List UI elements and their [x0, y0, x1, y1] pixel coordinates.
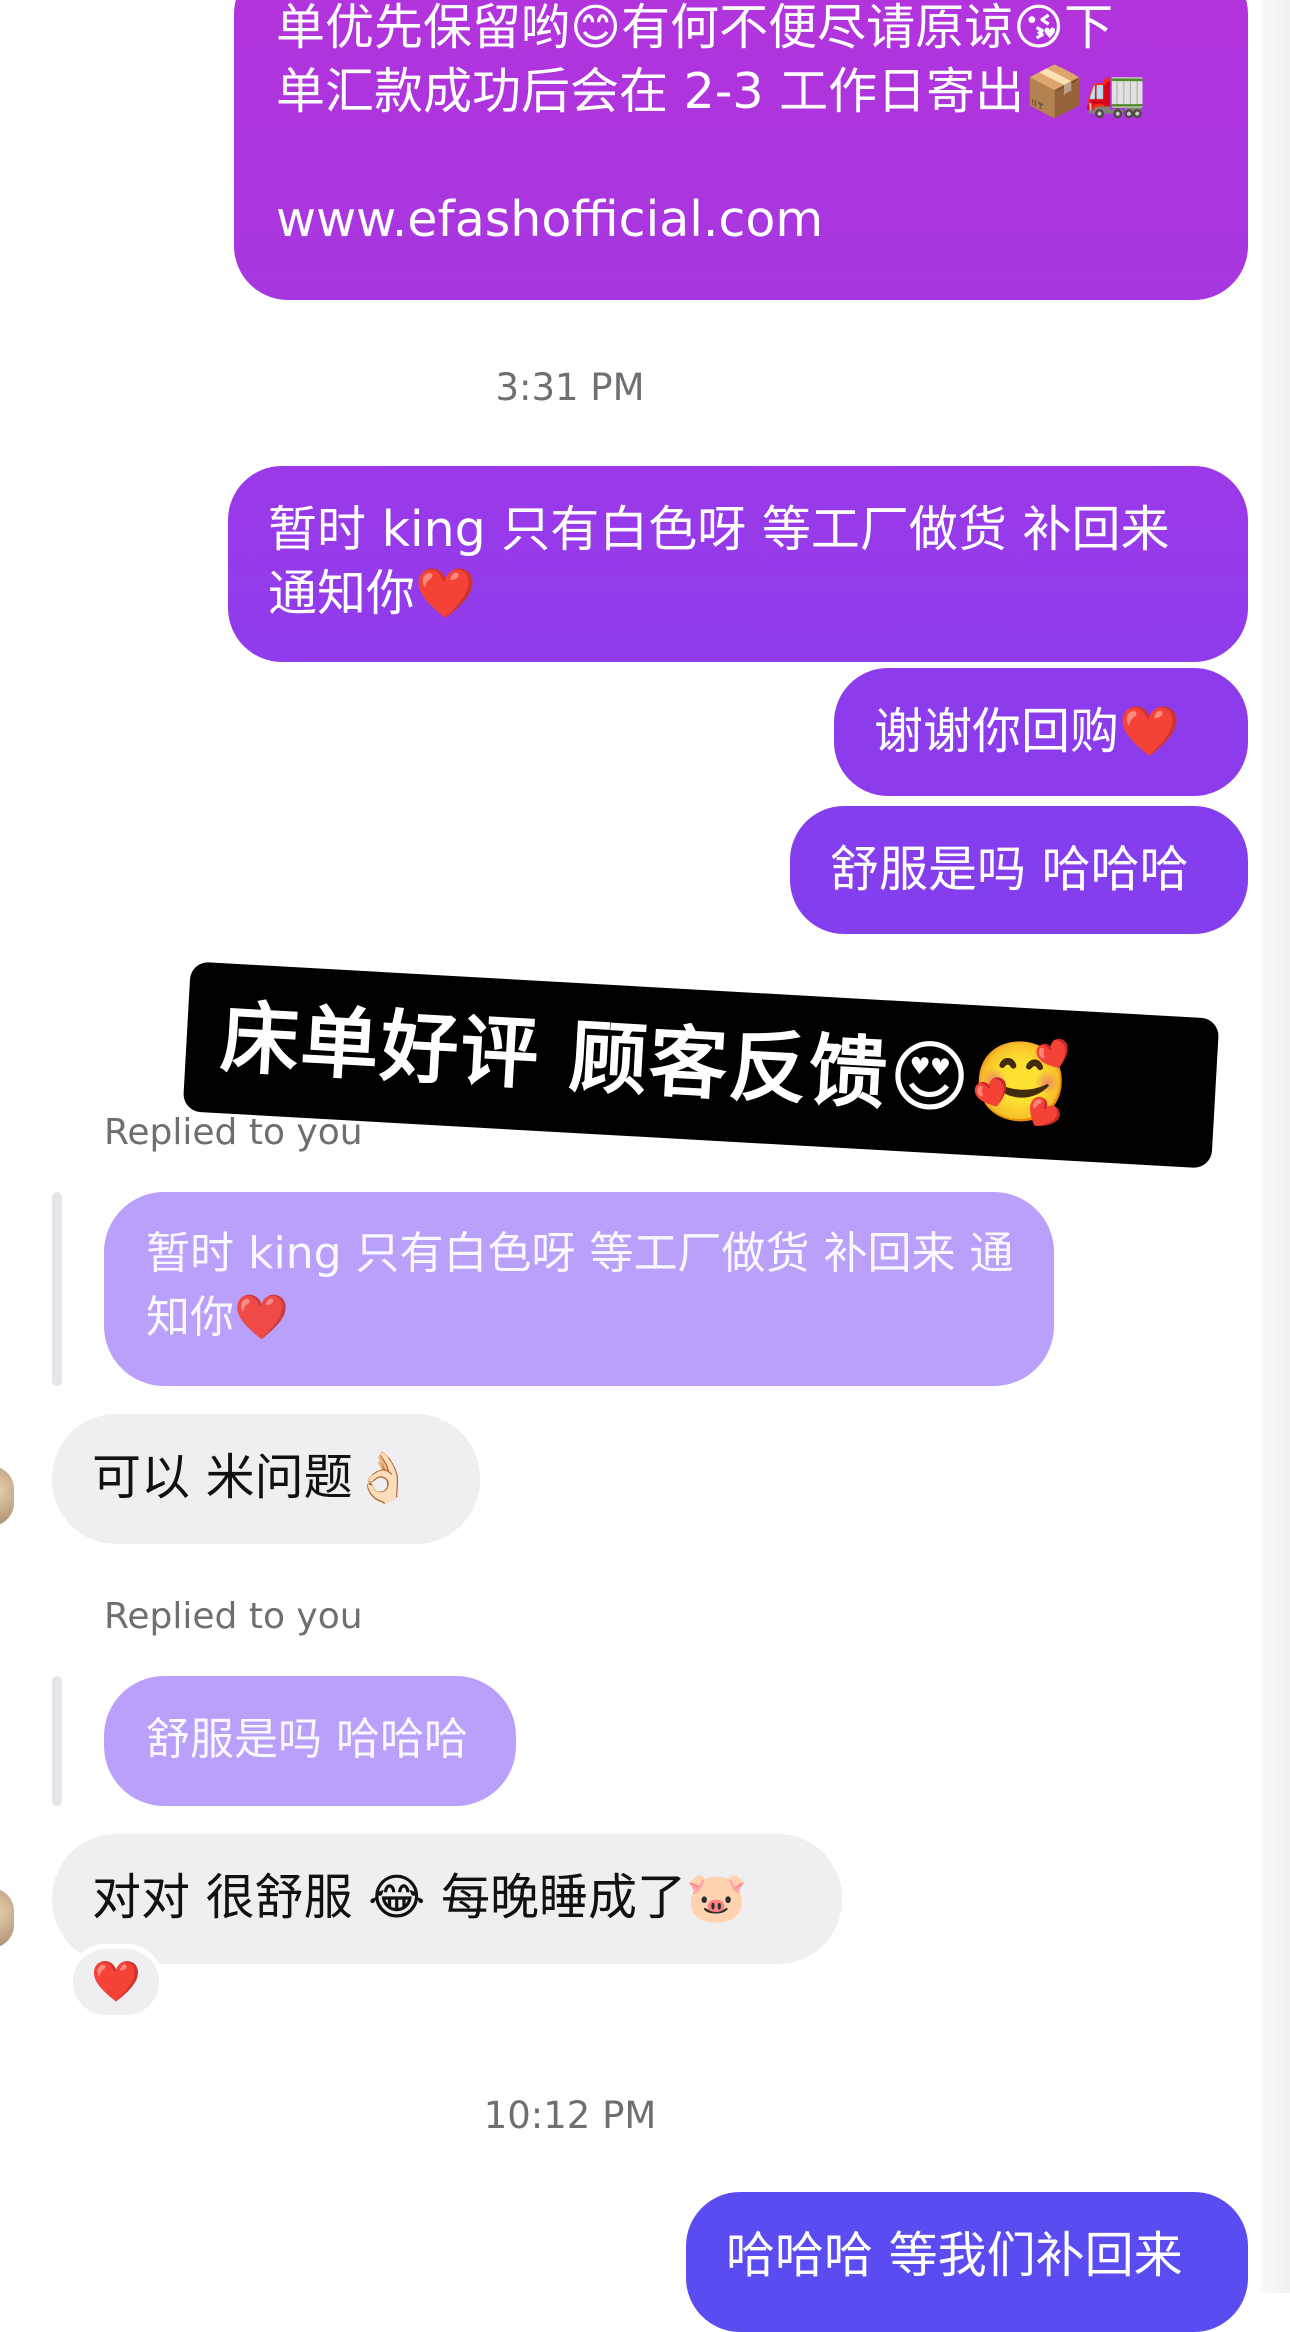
scrollbar[interactable] — [1260, 0, 1290, 2293]
quoted-message[interactable]: 舒服是吗 哈哈哈 — [104, 1676, 516, 1806]
outgoing-message-bubble[interactable]: 舒服是吗 哈哈哈 — [790, 806, 1248, 934]
message-text: 谢谢你回购❤️ — [874, 703, 1181, 760]
outgoing-message-bubble[interactable]: 暂时 king 只有白色呀 等工厂做货 补回来 通知你❤️ — [228, 466, 1248, 662]
reaction-heart[interactable]: ❤️ — [68, 1944, 164, 2020]
incoming-message-bubble[interactable]: 可以 米问题👌🏻 — [52, 1414, 480, 1544]
quoted-text: 暂时 king 只有白色呀 等工厂做货 补回来 通 — [146, 1228, 1014, 1279]
message-text: 舒服是吗 哈哈哈 — [830, 841, 1189, 898]
reply-indicator-bar — [52, 1192, 62, 1386]
incoming-message-bubble[interactable]: 对对 很舒服 😂 每晚睡成了🐷 — [52, 1834, 842, 1964]
outgoing-message-bubble[interactable]: 单优先保留哟😊有何不便尽请原谅😘下 单汇款成功后会在 2-3 工作日寄出📦🚛 w… — [234, 0, 1248, 300]
message-text: 对对 很舒服 😂 每晚睡成了🐷 — [92, 1869, 747, 1926]
contact-avatar[interactable] — [0, 1888, 14, 1948]
heart-icon: ❤️ — [91, 1959, 141, 2005]
timestamp: 10:12 PM — [483, 2094, 657, 2137]
quoted-message[interactable]: 暂时 king 只有白色呀 等工厂做货 补回来 通 知你❤️ — [104, 1192, 1054, 1386]
message-text: 可以 米问题👌🏻 — [92, 1449, 414, 1506]
message-text: 单优先保留哟😊有何不便尽请原谅😘下 — [276, 0, 1114, 56]
outgoing-message-bubble[interactable]: 哈哈哈 等我们补回来 — [686, 2192, 1248, 2332]
message-text: 单汇款成功后会在 2-3 工作日寄出📦🚛 — [276, 63, 1147, 120]
timestamp: 3:31 PM — [495, 366, 645, 409]
message-link[interactable]: www.efashofficial.com — [276, 188, 1208, 252]
quoted-text: 知你❤️ — [146, 1292, 289, 1343]
banner-text: 床单好评 顾客反馈😍🥰 — [218, 993, 1074, 1131]
message-text: 暂时 king 只有白色呀 等工厂做货 补回来 — [268, 501, 1170, 558]
quoted-text: 舒服是吗 哈哈哈 — [146, 1714, 468, 1765]
message-text: 通知你❤️ — [268, 565, 477, 622]
message-text: 哈哈哈 等我们补回来 — [726, 2227, 1183, 2284]
replied-to-label: Replied to you — [104, 1596, 363, 1637]
contact-avatar[interactable] — [0, 1466, 14, 1526]
reply-indicator-bar — [52, 1676, 62, 1806]
outgoing-message-bubble[interactable]: 谢谢你回购❤️ — [834, 668, 1248, 796]
